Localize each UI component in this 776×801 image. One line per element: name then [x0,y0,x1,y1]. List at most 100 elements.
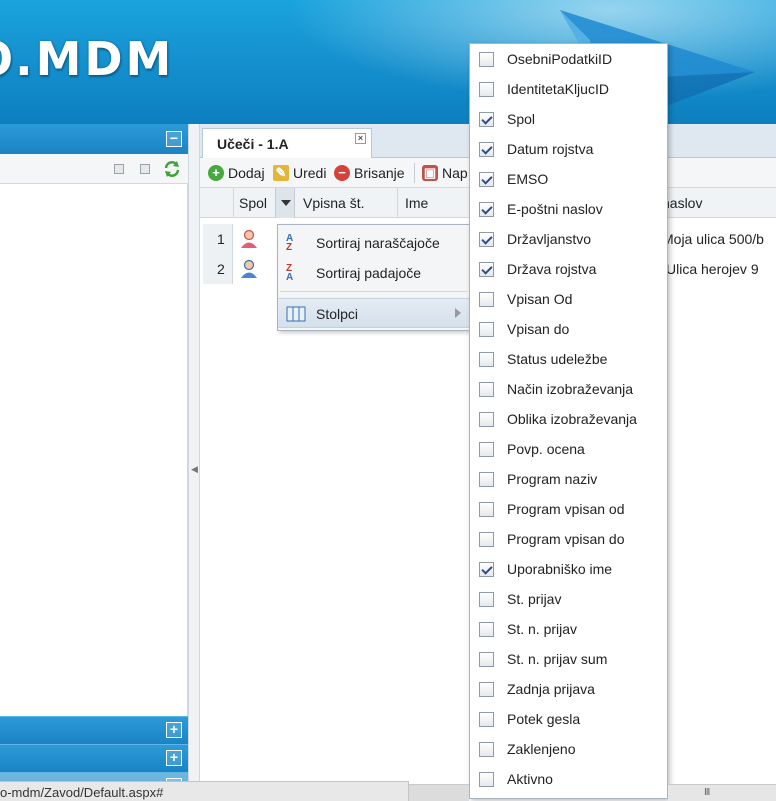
column-toggle-item[interactable]: St. n. prijav sum [470,644,667,674]
column-header-name[interactable]: Ime [405,195,428,211]
column-toggle-item[interactable]: Program naziv [470,464,667,494]
checkbox[interactable] [479,142,494,157]
column-toggle-item[interactable]: IdentitetaKljucID [470,74,667,104]
column-toggle-item[interactable]: Aktivno [470,764,667,794]
column-header-gender[interactable]: Spol [239,195,267,211]
sort-ascending-item[interactable]: AZ Sortiraj naraščajoče [278,228,471,258]
row-address: Ulica herojev 9 [666,261,759,277]
column-menu-button[interactable] [275,188,295,218]
column-toggle-item[interactable]: E-poštni naslov [470,194,667,224]
left-panel-section[interactable]: + [0,744,188,772]
column-toggle-item[interactable]: Državljanstvo [470,224,667,254]
edit-icon: ✎ [273,165,289,181]
checkbox[interactable] [479,712,494,727]
checkbox[interactable] [479,742,494,757]
checkbox[interactable] [479,82,494,97]
horizontal-scrollbar[interactable]: III [668,784,776,801]
left-panel-tree [0,184,188,716]
checkbox[interactable] [479,322,494,337]
column-toggle-label: Spol [507,111,536,127]
checkbox[interactable] [479,112,494,127]
panel-splitter[interactable]: ◀ [188,124,200,784]
horizontal-scrollbar-track[interactable] [409,784,469,801]
add-icon: + [208,165,224,181]
checkbox[interactable] [479,442,494,457]
checkbox[interactable] [479,532,494,547]
checkbox[interactable] [479,502,494,517]
tab-students[interactable]: Učeči - 1.A × [202,128,372,158]
checkbox[interactable] [479,622,494,637]
column-toggle-label: Oblika izobraževanja [507,411,637,427]
checkbox[interactable] [479,382,494,397]
add-button[interactable]: + Dodaj [208,165,265,181]
expand-section-icon[interactable]: + [166,750,182,766]
collapse-all-icon[interactable] [140,164,150,174]
column-toggle-item[interactable]: St. n. prijav [470,614,667,644]
delete-button[interactable]: − Brisanje [334,165,405,181]
checkbox[interactable] [479,202,494,217]
checkbox[interactable] [479,292,494,307]
column-toggle-label: St. n. prijav sum [507,651,608,667]
checkbox[interactable] [479,412,494,427]
columns-submenu: OsebniPodatkiID IdentitetaKljucID Spol Datu… [469,43,668,799]
splitter-arrow-icon[interactable]: ◀ [191,464,198,475]
column-toggle-label: Aktivno [507,771,553,787]
column-toggle-item[interactable]: Oblika izobraževanja [470,404,667,434]
column-toggle-item[interactable]: Zaklenjeno [470,734,667,764]
column-header-enrollment[interactable]: Vpisna št. [303,195,364,211]
column-toggle-label: Povp. ocena [507,441,585,457]
expand-section-icon[interactable]: + [166,722,182,738]
checkbox[interactable] [479,232,494,247]
column-toggle-item[interactable]: Status udeležbe [470,344,667,374]
status-bar: o-mdm/Zavod/Default.aspx# [0,781,409,801]
column-toggle-item[interactable]: St. prijav [470,584,667,614]
column-toggle-label: Način izobraževanja [507,381,634,397]
checkbox[interactable] [479,772,494,787]
sort-ascending-label: Sortiraj naraščajoče [316,235,440,251]
checkbox[interactable] [479,592,494,607]
column-toggle-item[interactable]: Država rojstva [470,254,667,284]
more-button[interactable]: ▣ Nap [422,165,468,181]
expand-all-icon[interactable] [114,164,124,174]
column-toggle-item[interactable]: Program vpisan do [470,524,667,554]
checkbox[interactable] [479,262,494,277]
checkbox[interactable] [479,652,494,667]
collapse-icon[interactable]: − [166,131,182,147]
column-toggle-label: Vpisan Od [507,291,573,307]
column-toggle-item[interactable]: OsebniPodatkiID [470,44,667,74]
checkbox[interactable] [479,472,494,487]
header-separator [397,188,398,218]
checkbox[interactable] [479,682,494,697]
column-toggle-item[interactable]: Program vpisan od [470,494,667,524]
column-toggle-label: Datum rojstva [507,141,594,157]
left-panel-header: − [0,124,188,154]
sort-descending-item[interactable]: ZA Sortiraj padajoče [278,258,471,288]
column-toggle-item[interactable]: Datum rojstva [470,134,667,164]
column-context-menu: AZ Sortiraj naraščajoče ZA Sortiraj pada… [277,224,471,331]
delete-label: Brisanje [354,165,405,181]
column-toggle-item[interactable]: Spol [470,104,667,134]
row-address: Moja ulica 500/b [662,231,764,247]
sort-za-icon: ZA [286,263,294,283]
edit-button[interactable]: ✎ Uredi [273,165,326,181]
checkbox[interactable] [479,52,494,67]
column-toggle-item[interactable]: Uporabniško ime [470,554,667,584]
left-panel-section[interactable]: + [0,716,188,744]
column-toggle-item[interactable]: Povp. ocena [470,434,667,464]
refresh-icon[interactable] [163,160,181,178]
column-toggle-item[interactable]: Vpisan Od [470,284,667,314]
scrollbar-grip-icon[interactable]: III [704,787,710,798]
column-toggle-label: Zadnja prijava [507,681,595,697]
column-toggle-item[interactable]: Potek gesla [470,704,667,734]
checkbox[interactable] [479,562,494,577]
checkbox[interactable] [479,172,494,187]
columns-submenu-item[interactable]: Stolpci [278,298,471,328]
checkbox[interactable] [479,352,494,367]
column-toggle-item[interactable]: Vpisan do [470,314,667,344]
column-toggle-label: St. n. prijav [507,621,578,637]
close-icon[interactable]: × [355,133,366,144]
column-toggle-item[interactable]: EMSO [470,164,667,194]
column-toggle-item[interactable]: Način izobraževanja [470,374,667,404]
column-header-address[interactable]: naslov [662,195,702,211]
column-toggle-item[interactable]: Zadnja prijava [470,674,667,704]
